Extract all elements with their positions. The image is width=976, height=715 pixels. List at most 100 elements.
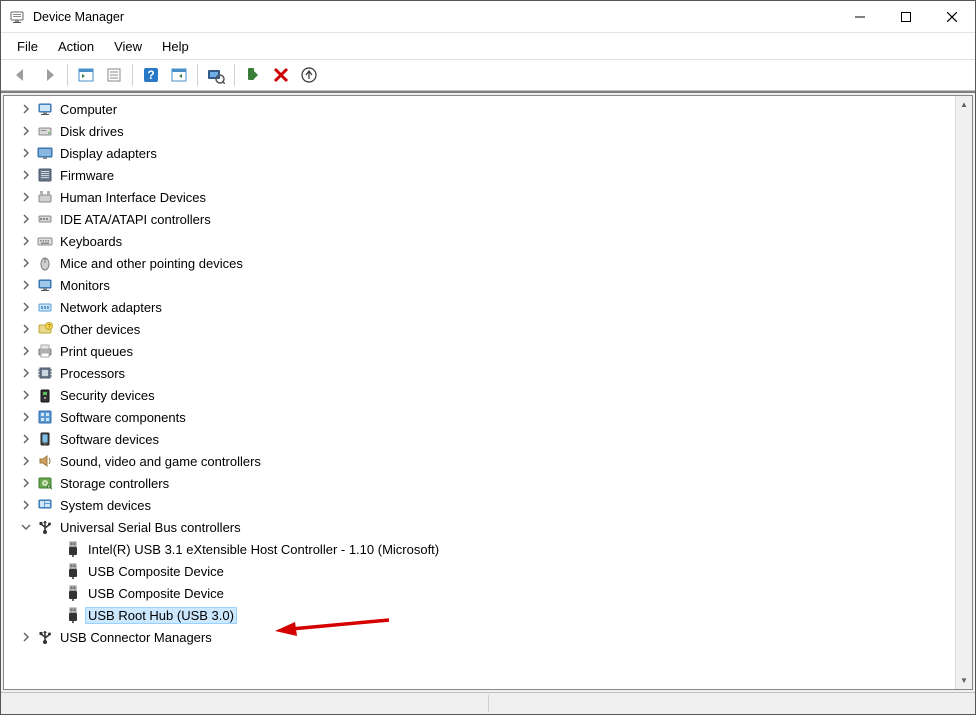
- status-cell: [489, 695, 976, 712]
- expand-icon[interactable]: [18, 321, 34, 337]
- close-button[interactable]: [929, 1, 975, 33]
- tree-item[interactable]: System devices: [10, 494, 955, 516]
- titlebar[interactable]: Device Manager: [1, 1, 975, 33]
- tree-item[interactable]: Human Interface Devices: [10, 186, 955, 208]
- tree-item[interactable]: Software devices: [10, 428, 955, 450]
- tree-item-label: Network adapters: [57, 299, 165, 316]
- expand-icon[interactable]: [18, 409, 34, 425]
- expand-icon[interactable]: [18, 365, 34, 381]
- expand-icon[interactable]: [18, 497, 34, 513]
- window-title: Device Manager: [33, 10, 837, 24]
- tree-item[interactable]: USB Composite Device: [10, 582, 955, 604]
- status-cell: [1, 695, 489, 712]
- expand-icon[interactable]: [18, 211, 34, 227]
- tree-item[interactable]: Computer: [10, 98, 955, 120]
- expand-icon[interactable]: [18, 299, 34, 315]
- tree-item[interactable]: Intel(R) USB 3.1 eXtensible Host Control…: [10, 538, 955, 560]
- svg-text:?: ?: [147, 68, 154, 82]
- update-driver-button[interactable]: [295, 61, 323, 89]
- tree-item[interactable]: Sound, video and game controllers: [10, 450, 955, 472]
- tree-item-label: Computer: [57, 101, 120, 118]
- menu-help[interactable]: Help: [152, 36, 199, 57]
- tree-item[interactable]: Print queues: [10, 340, 955, 362]
- tree-item[interactable]: ?Other devices: [10, 318, 955, 340]
- expand-icon[interactable]: [18, 255, 34, 271]
- tree-item-label: Universal Serial Bus controllers: [57, 519, 244, 536]
- show-hide-console-tree-button[interactable]: [72, 61, 100, 89]
- tree-item[interactable]: Processors: [10, 362, 955, 384]
- expand-icon[interactable]: [18, 101, 34, 117]
- status-bar: [1, 692, 975, 714]
- maximize-button[interactable]: [883, 1, 929, 33]
- expand-icon[interactable]: [18, 167, 34, 183]
- tree-item-label: USB Root Hub (USB 3.0): [85, 607, 237, 624]
- tree-item[interactable]: IDE ATA/ATAPI controllers: [10, 208, 955, 230]
- expand-icon[interactable]: [18, 431, 34, 447]
- tree-item-label: Software devices: [57, 431, 162, 448]
- device-tree[interactable]: Computer Disk drivesDisplay adaptersFirmw…: [4, 96, 955, 689]
- tree-item[interactable]: Universal Serial Bus controllers: [10, 516, 955, 538]
- cpu-icon: [36, 364, 54, 382]
- tree-item[interactable]: USB Composite Device: [10, 560, 955, 582]
- tree-item-label: Intel(R) USB 3.1 eXtensible Host Control…: [85, 541, 442, 558]
- menu-view[interactable]: View: [104, 36, 152, 57]
- window: Device Manager File Action View Help ? C…: [0, 0, 976, 715]
- expand-icon[interactable]: [18, 277, 34, 293]
- firmware-icon: [36, 166, 54, 184]
- tree-item-label: IDE ATA/ATAPI controllers: [57, 211, 214, 228]
- device-manager-icon: [9, 9, 25, 25]
- tree-item-label: Mice and other pointing devices: [57, 255, 246, 272]
- tree-item[interactable]: Network adapters: [10, 296, 955, 318]
- tree-item-label: Print queues: [57, 343, 136, 360]
- menu-file[interactable]: File: [7, 36, 48, 57]
- tree-item[interactable]: Security devices: [10, 384, 955, 406]
- expand-icon[interactable]: [18, 453, 34, 469]
- tree-item-label: USB Composite Device: [85, 585, 227, 602]
- back-button[interactable]: [7, 61, 35, 89]
- expand-icon[interactable]: [18, 233, 34, 249]
- help-button[interactable]: ?: [137, 61, 165, 89]
- expand-icon[interactable]: [18, 145, 34, 161]
- security-icon: [36, 386, 54, 404]
- enable-device-button[interactable]: [239, 61, 267, 89]
- toolbar-separator: [132, 64, 133, 86]
- action-pane-button[interactable]: [165, 61, 193, 89]
- scan-hardware-button[interactable]: [202, 61, 230, 89]
- tree-item[interactable]: Mice and other pointing devices: [10, 252, 955, 274]
- tree-item[interactable]: Storage controllers: [10, 472, 955, 494]
- disk-icon: [36, 122, 54, 140]
- properties-button[interactable]: [100, 61, 128, 89]
- forward-button[interactable]: [35, 61, 63, 89]
- usbplug-icon: [64, 584, 82, 602]
- scroll-down-icon[interactable]: ▼: [956, 672, 972, 689]
- tree-item[interactable]: Firmware: [10, 164, 955, 186]
- vertical-scrollbar[interactable]: ▲ ▼: [955, 96, 972, 689]
- expand-icon[interactable]: [18, 387, 34, 403]
- expand-icon[interactable]: [18, 343, 34, 359]
- tree-item[interactable]: Display adapters: [10, 142, 955, 164]
- tree-item[interactable]: Keyboards: [10, 230, 955, 252]
- tree-item[interactable]: Monitors: [10, 274, 955, 296]
- tree-item-label: USB Composite Device: [85, 563, 227, 580]
- collapse-icon[interactable]: [18, 519, 34, 535]
- expand-icon[interactable]: [18, 475, 34, 491]
- ide-icon: [36, 210, 54, 228]
- tree-item[interactable]: USB Root Hub (USB 3.0): [10, 604, 955, 626]
- tree-item[interactable]: Disk drives: [10, 120, 955, 142]
- tree-item-label: Other devices: [57, 321, 143, 338]
- expand-icon[interactable]: [18, 123, 34, 139]
- system-icon: [36, 496, 54, 514]
- expand-icon[interactable]: [18, 629, 34, 645]
- tree-item-label: Monitors: [57, 277, 113, 294]
- scroll-up-icon[interactable]: ▲: [956, 96, 972, 113]
- minimize-button[interactable]: [837, 1, 883, 33]
- menubar: File Action View Help: [1, 33, 975, 59]
- toolbar-separator: [197, 64, 198, 86]
- menu-action[interactable]: Action: [48, 36, 104, 57]
- uninstall-device-button[interactable]: [267, 61, 295, 89]
- keyboard-icon: [36, 232, 54, 250]
- tree-item[interactable]: Software components: [10, 406, 955, 428]
- tree-item[interactable]: USB Connector Managers: [10, 626, 955, 648]
- expand-icon[interactable]: [18, 189, 34, 205]
- tree-item-label: USB Connector Managers: [57, 629, 215, 646]
